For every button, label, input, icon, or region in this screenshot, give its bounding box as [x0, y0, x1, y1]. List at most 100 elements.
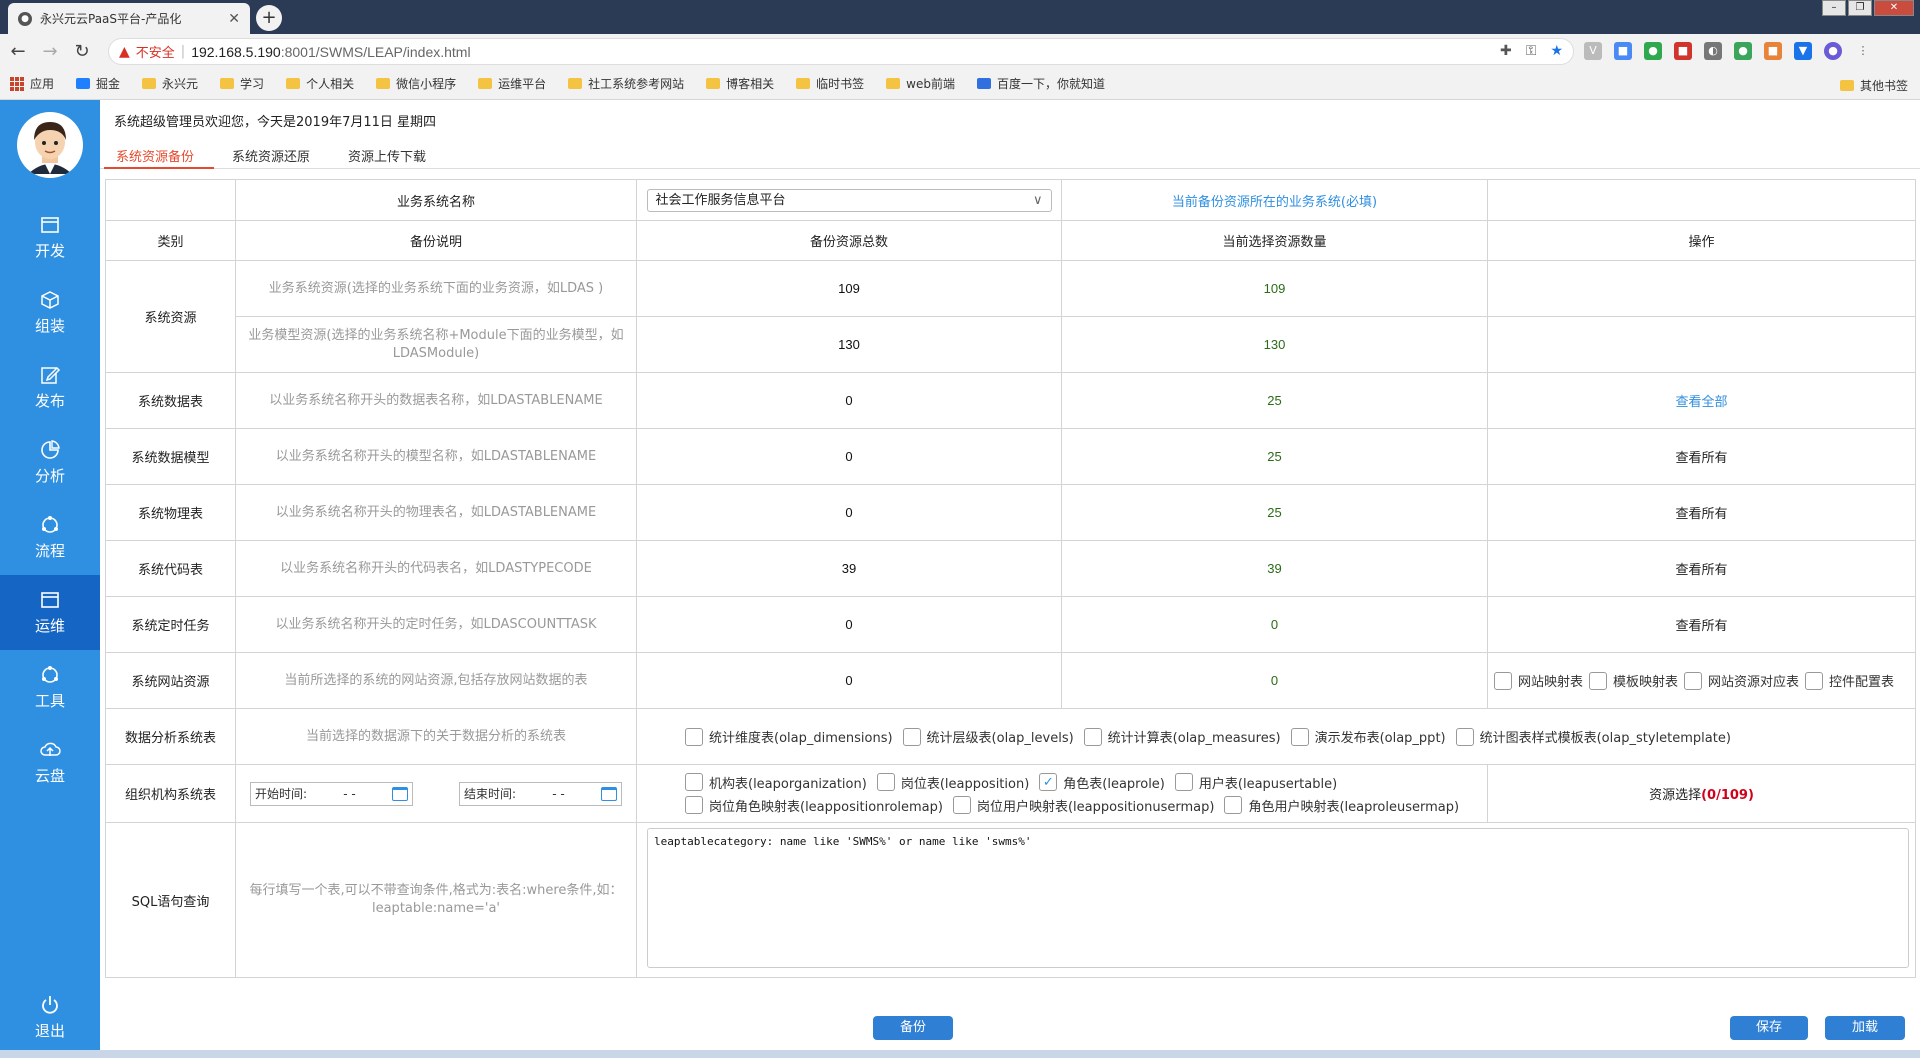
- bookmark-folder[interactable]: web前端: [886, 75, 955, 92]
- calendar-icon[interactable]: [392, 786, 408, 801]
- nav-label: 组装: [34, 317, 65, 335]
- tab-backup[interactable]: 系统资源备份: [116, 146, 194, 165]
- checkbox-icon: [685, 796, 703, 814]
- checkbox-leaproleusermap[interactable]: 角色用户映射表(leaproleusermap): [1224, 796, 1459, 815]
- avatar[interactable]: [17, 112, 83, 178]
- resource-select[interactable]: 资源选择(0/109): [1649, 788, 1754, 803]
- profile-avatar-icon[interactable]: ●: [1824, 42, 1842, 60]
- nav-label: 云盘: [34, 767, 65, 785]
- bookmark-folder[interactable]: 临时书签: [796, 75, 864, 92]
- red-extension-icon[interactable]: ■: [1674, 42, 1692, 60]
- star-icon[interactable]: ★: [1550, 43, 1563, 59]
- calendar-icon[interactable]: [601, 786, 617, 801]
- forward-icon[interactable]: →: [36, 41, 64, 62]
- bookmark-folder[interactable]: 运维平台: [478, 75, 546, 92]
- avatar-face-icon: [28, 122, 72, 174]
- bookmark-folder[interactable]: 永兴元: [142, 75, 198, 92]
- checkbox-olap-styletemplate[interactable]: 统计图表样式模板表(olap_styletemplate): [1455, 727, 1731, 746]
- nav-label: 流程: [34, 542, 65, 560]
- pocket-extension-icon[interactable]: ▼: [1794, 42, 1812, 60]
- bookmark-folder[interactable]: 微信小程序: [376, 75, 456, 92]
- close-icon[interactable]: ✕: [228, 11, 240, 27]
- bookmark-juejin[interactable]: 掘金: [76, 75, 120, 92]
- new-tab-button[interactable]: +: [256, 5, 282, 31]
- vue-extension-icon[interactable]: V: [1584, 42, 1602, 60]
- bookmark-folder[interactable]: 博客相关: [706, 75, 774, 92]
- selected-cell: 130: [1061, 316, 1488, 373]
- sql-query-textarea[interactable]: leaptablecategory: name like 'SWMS%' or …: [647, 828, 1909, 968]
- nav-item-develop[interactable]: 开发: [0, 200, 100, 275]
- extension-puzzle-icon[interactable]: ✚: [1500, 43, 1512, 59]
- minimize-button[interactable]: –: [1822, 0, 1846, 16]
- url-input[interactable]: ▲ 不安全 | 192.168.5.190:8001/SWMS/LEAP/ind…: [108, 38, 1574, 65]
- nav-label: 退出: [34, 1022, 65, 1040]
- checkbox-olap-levels[interactable]: 统计层级表(olap_levels): [902, 727, 1074, 746]
- bookmark-baidu[interactable]: 百度一下，你就知道: [976, 75, 1105, 92]
- checkbox-icon: [952, 796, 971, 814]
- backup-button[interactable]: 备份: [873, 1016, 953, 1040]
- biz-system-select[interactable]: 社会工作服务信息平台 ∨: [646, 188, 1052, 212]
- checkbox-web-resource[interactable]: 网站资源对应表: [1684, 671, 1799, 690]
- checkbox-leaporganization[interactable]: 机构表(leaporganization): [685, 773, 867, 792]
- end-date-input[interactable]: 结束时间: - -: [459, 781, 622, 806]
- window-icon: [41, 217, 59, 233]
- save-button[interactable]: 保存: [1730, 1016, 1808, 1040]
- category-cell: 系统资源: [105, 260, 236, 373]
- checkbox-leapposition[interactable]: 岗位表(leapposition): [876, 773, 1029, 792]
- tab-upload-download[interactable]: 资源上传下载: [348, 146, 426, 165]
- nav-item-tools[interactable]: 工具: [0, 650, 100, 725]
- nav-item-cloud[interactable]: 云盘: [0, 725, 100, 800]
- sync-extension-icon[interactable]: ◐: [1704, 42, 1722, 60]
- evernote-icon[interactable]: ●: [1644, 42, 1662, 60]
- checkbox-olap-ppt[interactable]: 演示发布表(olap_ppt): [1290, 727, 1446, 746]
- chrome-extension-icon[interactable]: ■: [1614, 42, 1632, 60]
- view-all-link[interactable]: 查看全部: [1487, 372, 1916, 429]
- restore-button[interactable]: ❐: [1848, 0, 1872, 16]
- view-all-link[interactable]: 查看所有: [1487, 484, 1916, 541]
- checkbox-control-config[interactable]: 控件配置表: [1805, 671, 1894, 690]
- load-button[interactable]: 加载: [1825, 1016, 1905, 1040]
- checkbox-leapusertable[interactable]: 用户表(leapusertable): [1174, 773, 1337, 792]
- bookmark-other[interactable]: 其他书签: [1839, 77, 1908, 94]
- checkbox-olap-dimensions[interactable]: 统计维度表(olap_dimensions): [685, 727, 893, 746]
- green-extension-icon[interactable]: ●: [1734, 42, 1752, 60]
- checkbox-leappositionrolemap[interactable]: 岗位角色映射表(leappositionrolemap): [685, 796, 943, 815]
- folder-icon: [796, 78, 811, 89]
- table-row: SQL语句查询 每行填写一个表,可以不带查询条件,格式为:表名:where条件,…: [105, 822, 1916, 978]
- menu-icon[interactable]: ⋮: [1854, 42, 1872, 60]
- checkbox-web-map[interactable]: 网站映射表: [1494, 671, 1583, 690]
- view-all-link[interactable]: 查看所有: [1487, 428, 1916, 485]
- olap-checks: 统计维度表(olap_dimensions) 统计层级表(olap_levels…: [637, 727, 1915, 746]
- key-icon[interactable]: ⚿: [1526, 43, 1537, 59]
- view-all-link[interactable]: 查看所有: [1487, 540, 1916, 597]
- browser-tab[interactable]: ● 永兴元云PaaS平台-产品化 ✕: [8, 3, 250, 34]
- bookmark-apps[interactable]: 应用: [10, 75, 54, 92]
- checkbox-leaprole[interactable]: ✓ 角色表(leaprole): [1039, 773, 1165, 792]
- checkbox-template-map[interactable]: 模板映射表: [1589, 671, 1678, 690]
- reload-icon[interactable]: ↻: [68, 41, 96, 62]
- logout-button[interactable]: 退出: [0, 980, 100, 1055]
- category-cell: 系统网站资源: [105, 652, 236, 709]
- category-cell: 系统代码表: [105, 540, 236, 597]
- window-close-button[interactable]: ✕: [1874, 0, 1914, 16]
- orange-extension-icon[interactable]: ■: [1764, 42, 1782, 60]
- back-icon[interactable]: ←: [4, 41, 32, 62]
- checkbox-leappositionusermap[interactable]: 岗位用户映射表(leappositionusermap): [952, 796, 1214, 815]
- nav-item-assemble[interactable]: 组装: [0, 275, 100, 350]
- bookmark-folder[interactable]: 个人相关: [286, 75, 354, 92]
- total-cell: 109: [636, 260, 1062, 317]
- url-text: 192.168.5.190:8001/SWMS/LEAP/index.html: [191, 43, 471, 60]
- cube-icon: [41, 291, 59, 309]
- nav-item-publish[interactable]: 发布: [0, 350, 100, 425]
- nav-item-analysis[interactable]: 分析: [0, 425, 100, 500]
- juejin-icon: [76, 78, 91, 89]
- nav-item-ops[interactable]: 运维: [0, 575, 100, 650]
- nav-item-flow[interactable]: 流程: [0, 500, 100, 575]
- bookmark-folder[interactable]: 社工系统参考网站: [568, 75, 684, 92]
- checkbox-olap-measures[interactable]: 统计计算表(olap_measures): [1083, 727, 1281, 746]
- category-cell: 系统数据模型: [105, 428, 236, 485]
- view-all-link[interactable]: 查看所有: [1487, 596, 1916, 653]
- bookmark-folder[interactable]: 学习: [220, 75, 264, 92]
- tab-restore[interactable]: 系统资源还原: [232, 146, 310, 165]
- start-date-input[interactable]: 开始时间: - -: [250, 781, 413, 806]
